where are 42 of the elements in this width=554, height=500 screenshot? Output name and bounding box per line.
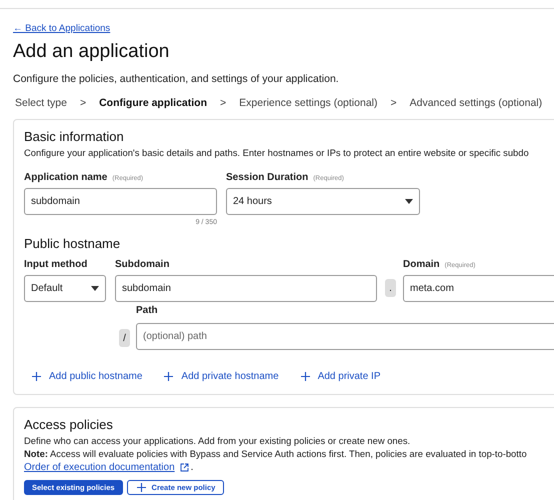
back-link[interactable]: ← Back to Applications: [13, 23, 110, 34]
caret-icon: [405, 199, 413, 204]
page-subtitle: Configure the policies, authentication, and settings of your application.: [13, 73, 339, 85]
plus-icon: [136, 483, 146, 492]
plus-icon: [300, 372, 310, 381]
step-separator: >: [220, 97, 226, 109]
section-description: Configure your application's basic details and paths. Enter hostnames or IPs to protect an entire website or specific subdo: [24, 147, 530, 158]
add-link[interactable]: Add private hostname: [164, 371, 279, 382]
field-label: Domain: [403, 259, 440, 270]
section-description: Define who can access your applications. Add from your existing policies or create new ones.: [24, 435, 412, 446]
plus-icon: [164, 372, 174, 381]
step-separator: >: [390, 97, 397, 109]
session-duration-select[interactable]: 24 hours: [226, 188, 420, 215]
subdomain-field[interactable]: subdomain: [115, 275, 377, 302]
wizard-step[interactable]: Configure application: [99, 97, 208, 109]
period-text: .: [190, 462, 194, 473]
step-separator: >: [80, 97, 86, 109]
field-label: Session Duration: [226, 172, 308, 183]
external-link-icon: [180, 463, 189, 472]
caret-icon: [91, 286, 99, 291]
page-title: Add an application: [13, 41, 170, 63]
slash-prefix: /: [119, 329, 130, 347]
section-title: Access policies: [24, 417, 114, 432]
add-link[interactable]: Add private IP: [300, 371, 380, 382]
wizard-step[interactable]: Select type: [15, 97, 67, 109]
domain-field[interactable]: meta.com: [403, 275, 554, 302]
field-label: Application name: [24, 172, 108, 183]
dot-separator: .: [385, 279, 396, 297]
plus-icon: [32, 372, 41, 381]
application-name-field[interactable]: subdomain: [24, 188, 217, 215]
section-title: Basic information: [24, 129, 125, 144]
field-label: Subdomain: [115, 259, 170, 270]
path-field[interactable]: (optional) path: [136, 323, 554, 350]
input-method-select[interactable]: Default: [24, 275, 106, 302]
note-text: Note: Access will evaluate policies with Bypass and Service Auth actions first. Then, policies are evaluated in top-to-botto: [24, 448, 528, 459]
wizard-step[interactable]: Experience settings (optional): [239, 97, 378, 109]
field-label: Input method: [24, 259, 88, 270]
documentation-link[interactable]: Order of execution documentation: [24, 462, 175, 473]
section-title: Public hostname: [24, 236, 122, 251]
add-link[interactable]: Add public hostname: [32, 371, 142, 382]
wizard-step[interactable]: Advanced settings (optional): [410, 97, 542, 109]
field-label: Path: [136, 305, 158, 316]
